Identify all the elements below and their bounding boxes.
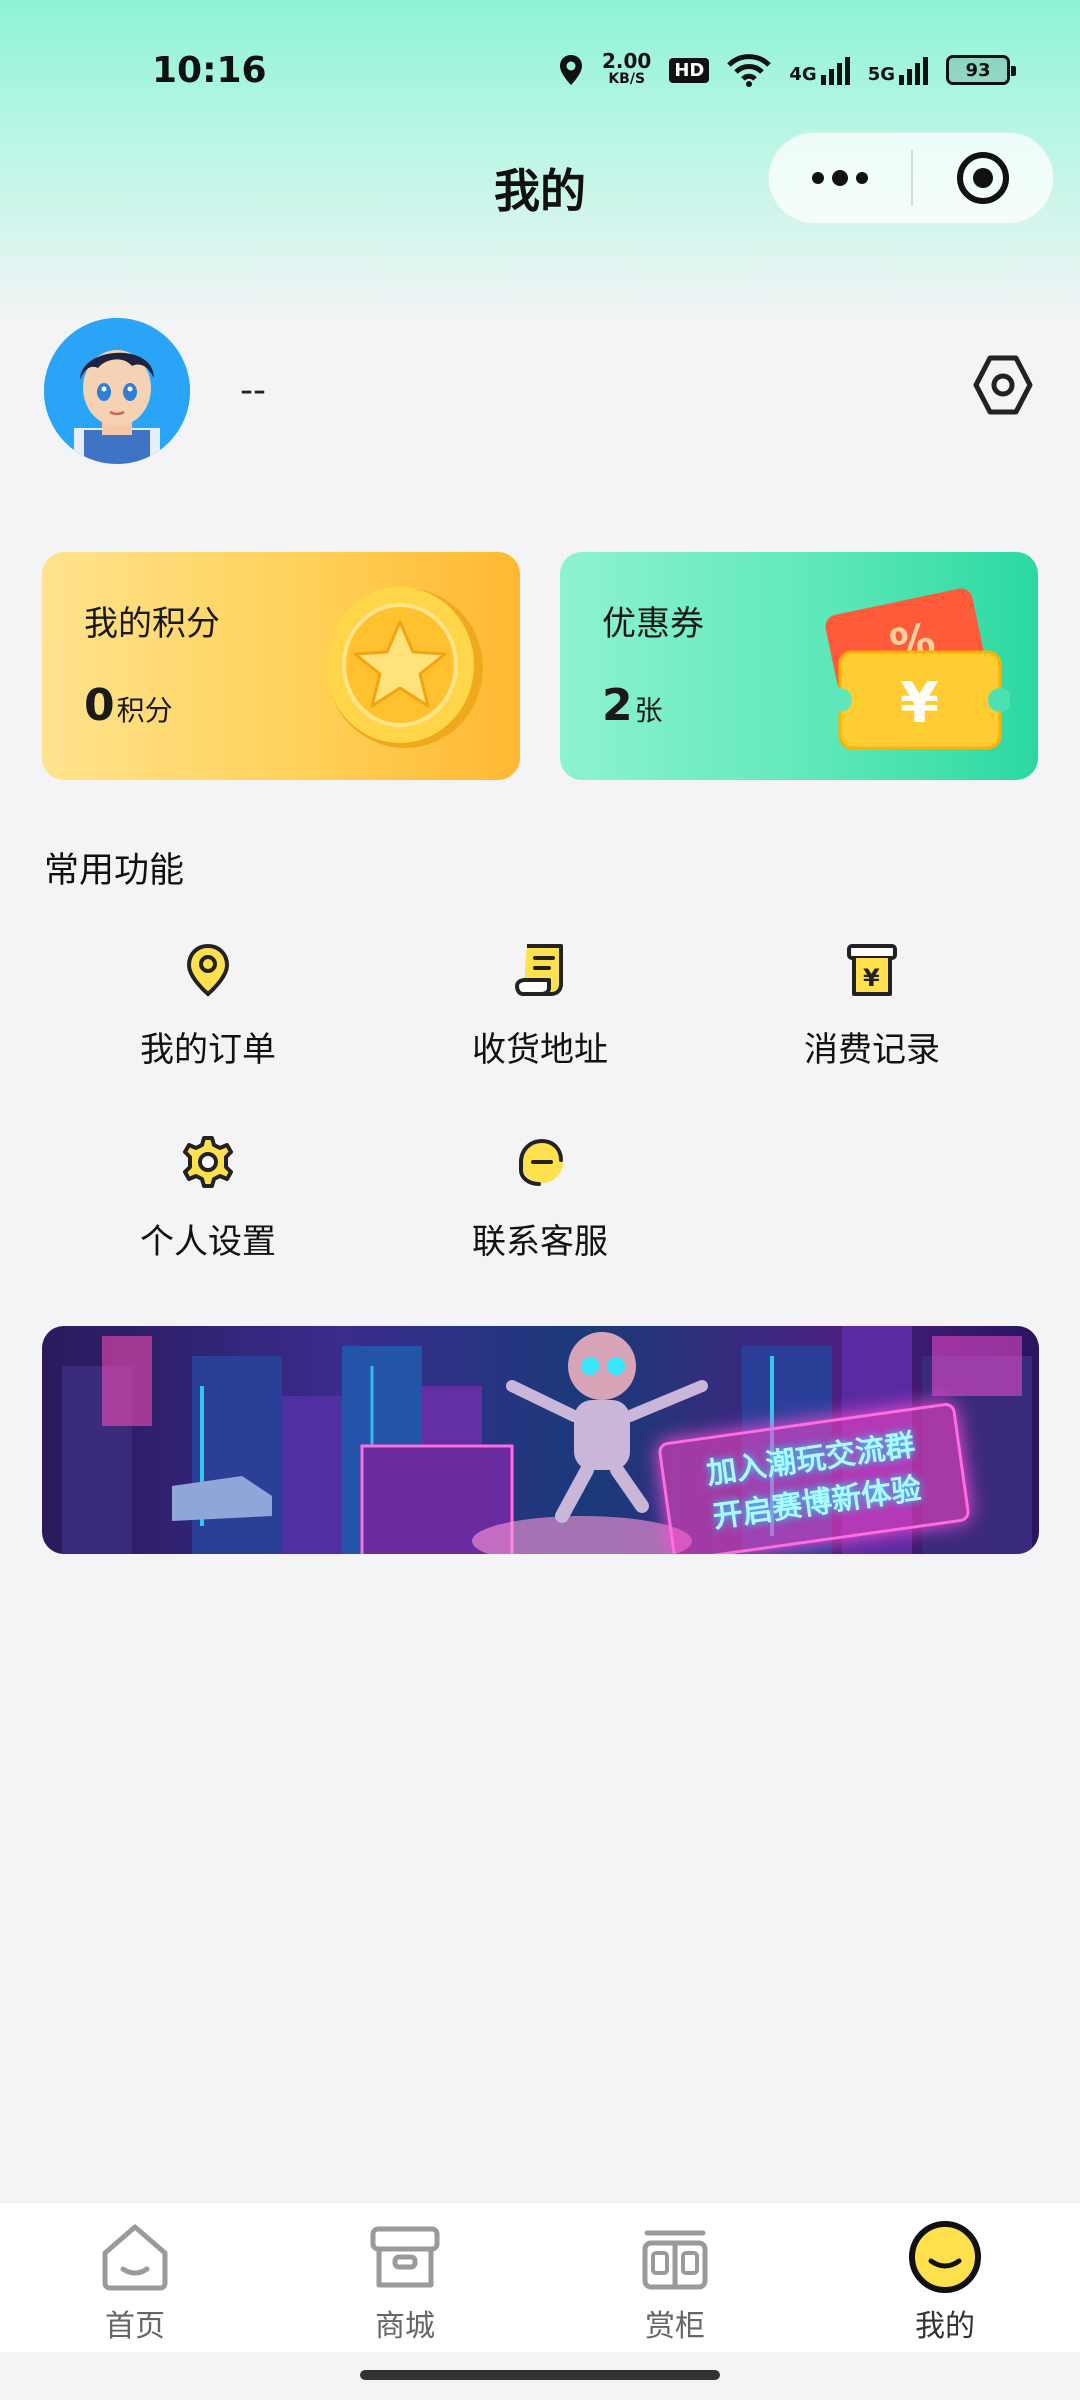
- miniprogram-capsule: [768, 132, 1054, 224]
- smiley-icon: [909, 2221, 981, 2293]
- battery-indicator: 93: [946, 55, 1016, 85]
- settings-button[interactable]: [970, 352, 1036, 418]
- location-pin-icon: [180, 942, 236, 998]
- location-icon: [560, 55, 582, 85]
- signal-5g: 5G: [868, 55, 928, 85]
- func-label: 消费记录: [804, 1030, 940, 1070]
- status-bar: 10:16 2.00 KB/S HD 4G 5G 93: [0, 0, 1080, 130]
- tab-label: 我的: [915, 2309, 975, 2344]
- headset-icon: [512, 1134, 568, 1190]
- func-label: 我的订单: [140, 1030, 276, 1070]
- func-my-orders[interactable]: 我的订单: [58, 942, 358, 1082]
- func-contact-service[interactable]: 联系客服: [390, 1134, 690, 1274]
- points-title: 我的积分: [84, 604, 220, 644]
- points-card[interactable]: 我的积分 0积分: [42, 552, 520, 780]
- tab-label: 商城: [375, 2309, 435, 2344]
- gear-icon: [180, 1134, 236, 1190]
- coupon-unit: 张: [634, 694, 663, 727]
- status-icons: 2.00 KB/S HD 4G 5G 93: [558, 48, 1016, 92]
- status-time: 10:16: [152, 50, 267, 91]
- tab-shop[interactable]: 商城: [270, 2203, 540, 2352]
- signal-4g: 4G: [789, 55, 850, 85]
- points-value-row: 0积分: [84, 680, 173, 731]
- coupon-value-row: 2张: [602, 680, 663, 731]
- target-close-icon: [957, 152, 1009, 204]
- func-label: 联系客服: [472, 1222, 608, 1262]
- home-indicator[interactable]: [360, 2370, 720, 2380]
- func-personal-settings[interactable]: 个人设置: [58, 1134, 358, 1274]
- func-shipping-address[interactable]: 收货地址: [390, 942, 690, 1082]
- community-banner[interactable]: 加入潮玩交流群 开启赛博新体验: [42, 1326, 1039, 1554]
- hex-nut-settings-icon: [973, 355, 1033, 415]
- avatar[interactable]: [44, 318, 190, 464]
- func-consumption-records[interactable]: ¥ 消费记录: [722, 942, 1022, 1082]
- coupon-value: 2: [602, 680, 633, 731]
- coupon-card[interactable]: 优惠券 2张 % ¥: [560, 552, 1038, 780]
- close-miniprogram-button[interactable]: [913, 132, 1053, 224]
- username: --: [240, 370, 266, 411]
- shop-icon: [370, 2226, 440, 2288]
- tab-cabinet[interactable]: 赏柜: [540, 2203, 810, 2352]
- more-dots-icon: [812, 170, 868, 186]
- hd-badge: HD: [669, 57, 710, 83]
- bottom-tab-bar: 首页 商城 赏柜 我的: [0, 2202, 1080, 2352]
- signal-bars-icon: [820, 57, 850, 85]
- coupon-title: 优惠券: [602, 604, 704, 644]
- svg-text:¥: ¥: [900, 671, 939, 736]
- svg-text:¥: ¥: [863, 964, 880, 992]
- receipt-yen-icon: ¥: [844, 942, 900, 998]
- avatar-illustration: [44, 318, 190, 464]
- signal-bars-icon: [899, 57, 928, 85]
- section-title-functions: 常用功能: [44, 851, 185, 891]
- home-icon: [102, 2224, 168, 2291]
- wifi-icon: [727, 54, 772, 87]
- cabinet-icon: [642, 2230, 708, 2290]
- network-speed: 2.00 KB/S: [602, 49, 652, 87]
- gold-coin-star-icon: [326, 587, 483, 748]
- points-unit: 积分: [116, 694, 173, 727]
- func-label: 收货地址: [472, 1030, 608, 1070]
- tab-label: 赏柜: [645, 2309, 705, 2344]
- more-button[interactable]: [769, 132, 911, 224]
- tab-home[interactable]: 首页: [0, 2203, 270, 2352]
- scroll-document-icon: [512, 942, 568, 998]
- func-label: 个人设置: [140, 1222, 276, 1262]
- tab-label: 首页: [105, 2309, 165, 2344]
- coupon-ticket-icon: % ¥: [825, 588, 1010, 750]
- tab-mine[interactable]: 我的: [810, 2203, 1080, 2352]
- points-value: 0: [84, 680, 115, 731]
